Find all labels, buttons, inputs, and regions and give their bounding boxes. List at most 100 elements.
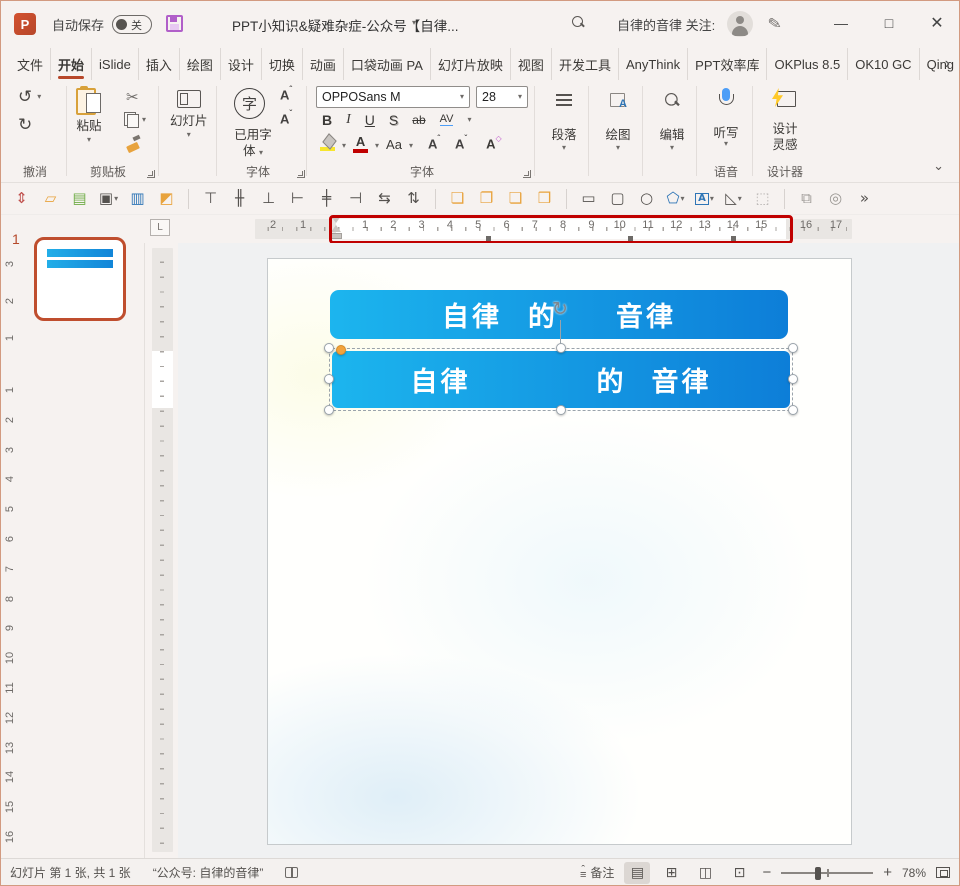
document-title[interactable]: PPT小知识&疑难杂症-公众号【自律... xyxy=(232,15,432,35)
distribute-vertical-icon[interactable]: ⇅ xyxy=(400,186,427,212)
ribbon-tab[interactable]: 口袋动画 PA xyxy=(344,48,431,80)
selection-handle-left[interactable] xyxy=(324,374,334,384)
selection-handle-bottomleft[interactable] xyxy=(324,405,334,415)
select-rotate-icon[interactable]: ▱ xyxy=(37,186,64,212)
align-middle-icon[interactable]: ╫ xyxy=(226,186,253,212)
bold-button[interactable]: B xyxy=(322,113,332,127)
avatar[interactable] xyxy=(727,11,753,37)
ribbon-tab[interactable]: 绘图 xyxy=(180,48,221,80)
draw-button[interactable]: 绘图 xyxy=(592,124,644,143)
selection-handle-right[interactable] xyxy=(788,374,798,384)
account-text[interactable]: 自律的音律 关注: xyxy=(617,15,715,34)
zoom-in-button[interactable]: + xyxy=(883,865,892,880)
fit-to-window-icon[interactable] xyxy=(936,867,950,878)
selection-handle-topleft[interactable] xyxy=(324,343,334,353)
used-fonts-label-line2[interactable]: 体 ▾ xyxy=(230,140,276,159)
bring-to-front-icon[interactable]: ❐ xyxy=(473,186,500,212)
merge-shapes-union-icon[interactable]: ⧉ xyxy=(793,186,820,212)
ribbon-tab[interactable]: OK10 GC xyxy=(848,48,919,80)
pen-effects-icon[interactable]: ✎ xyxy=(766,13,783,35)
copy-dropdown-icon[interactable]: ▾ xyxy=(142,116,146,124)
draw-dropdown-icon[interactable]: ▾ xyxy=(616,144,620,152)
powerpoint-app-icon[interactable]: P xyxy=(14,13,36,35)
textbox-icon[interactable]: A▾ xyxy=(691,186,718,212)
change-case-dropdown-icon[interactable]: ▾ xyxy=(409,142,413,150)
copy-button[interactable]: ▾ xyxy=(124,112,146,128)
selection-handle-bottomright[interactable] xyxy=(788,405,798,415)
ribbon-tab[interactable]: 幻灯片放映 xyxy=(431,48,511,80)
minimize-button[interactable]: — xyxy=(818,0,864,46)
paragraph-dropdown-icon[interactable]: ▾ xyxy=(562,144,566,152)
align-center-icon[interactable]: ╪ xyxy=(313,186,340,212)
accessibility-icon[interactable] xyxy=(285,867,298,878)
paragraph-button[interactable]: 段落 xyxy=(538,124,590,143)
insert-placeholder-icon[interactable]: ▣▾ xyxy=(95,186,122,212)
used-fonts-icon[interactable]: 字 xyxy=(234,88,265,119)
decrease-font-icon[interactable]: Aˇ xyxy=(280,112,292,125)
rectangle-shape-icon[interactable]: ▭ xyxy=(575,186,602,212)
theme-fill-icon[interactable]: ◩ xyxy=(153,186,180,212)
italic-button[interactable]: I xyxy=(346,113,351,127)
font-dialog-launcher[interactable] xyxy=(523,170,531,178)
ribbon-tab[interactable]: iSlide xyxy=(92,48,139,80)
selection-handle-topcenter[interactable] xyxy=(556,343,566,353)
slide-dropdown-icon[interactable]: ▾ xyxy=(187,131,191,139)
slide-layout-icon[interactable]: ▥ xyxy=(124,186,151,212)
ribbon-tab[interactable]: 视图 xyxy=(511,48,552,80)
merge-shapes-intersect-icon[interactable]: ◎ xyxy=(822,186,849,212)
autosave-control[interactable]: 自动保存 关 xyxy=(52,15,152,34)
ellipse-shape-icon[interactable]: ○ xyxy=(633,186,660,212)
notes-button[interactable]: ˆ≡ 备注 xyxy=(580,864,614,881)
zoom-out-button[interactable]: − xyxy=(762,865,771,880)
tab-selector-button[interactable]: L xyxy=(150,219,170,236)
ribbon-tab[interactable]: 设计 xyxy=(221,48,262,80)
ribbon-tab[interactable]: 文件 xyxy=(10,48,51,80)
align-top-icon[interactable]: ⊤ xyxy=(197,186,224,212)
zoom-slider[interactable] xyxy=(781,866,873,880)
selection-handle-bottomcenter[interactable] xyxy=(556,405,566,415)
dictate-dropdown-icon[interactable]: ▾ xyxy=(724,140,728,148)
tab-overflow-icon[interactable]: › xyxy=(939,48,956,80)
grow-font-button[interactable]: Aˆ xyxy=(428,137,440,150)
reading-view-button[interactable]: ◫ xyxy=(692,862,718,884)
highlight-dropdown-icon[interactable]: ▾ xyxy=(342,142,346,150)
bring-forward-icon[interactable]: ❏ xyxy=(444,186,471,212)
change-shape-icon[interactable]: ⬠▾ xyxy=(662,186,689,212)
slideshow-button[interactable]: ⊡ xyxy=(726,862,752,884)
adjustment-handle[interactable] xyxy=(336,345,346,355)
font-color-dropdown-icon[interactable]: ▾ xyxy=(375,142,379,150)
fit-height-icon[interactable]: ⇕ xyxy=(8,186,35,212)
slide-sorter-button[interactable]: ⊞ xyxy=(658,862,684,884)
autosave-toggle[interactable]: 关 xyxy=(112,15,152,34)
send-backward-icon[interactable]: ❏ xyxy=(502,186,529,212)
ribbon-tab[interactable]: PPT效率库 xyxy=(688,48,767,80)
align-left-icon[interactable]: ⊢ xyxy=(284,186,311,212)
rotate-handle-icon[interactable]: ↻ xyxy=(549,298,571,320)
qat-overflow-icon[interactable]: » xyxy=(851,186,878,212)
banner-shape-selected[interactable]: 自律的音律 xyxy=(332,351,790,408)
save-icon[interactable] xyxy=(166,15,183,32)
shape-effects-icon[interactable]: ◺▾ xyxy=(720,186,747,212)
rounded-rectangle-icon[interactable]: ▢ xyxy=(604,186,631,212)
editing-canvas[interactable]: 自律的音律 ↻ 自律的音律 xyxy=(178,243,960,858)
search-icon[interactable] xyxy=(572,16,588,32)
edit-dropdown-icon[interactable]: ▾ xyxy=(670,144,674,152)
ribbon-tab[interactable]: 切换 xyxy=(262,48,303,80)
change-case-button[interactable]: Aa xyxy=(386,137,402,152)
undo-button[interactable]: ↺▾ xyxy=(18,88,41,105)
align-bottom-icon[interactable]: ⊥ xyxy=(255,186,282,212)
strikethrough-button[interactable]: ab xyxy=(412,114,425,126)
font-color-button[interactable]: A xyxy=(353,136,368,153)
selection-handle-topright[interactable] xyxy=(788,343,798,353)
redo-button[interactable]: ↻ xyxy=(18,116,32,133)
zoom-level[interactable]: 78% xyxy=(902,866,926,880)
ribbon-tab[interactable]: 动画 xyxy=(303,48,344,80)
vertical-ruler[interactable] xyxy=(152,248,173,852)
align-right-icon[interactable]: ⊣ xyxy=(342,186,369,212)
edit-button[interactable]: 编辑 xyxy=(646,124,698,143)
design-ideas-label-line2[interactable]: 灵感 xyxy=(754,134,816,153)
ribbon-tab[interactable]: OKPlus 8.5 xyxy=(767,48,848,80)
ribbon-tab[interactable]: 开发工具 xyxy=(552,48,619,80)
edit-points-icon[interactable]: ⬚ xyxy=(749,186,776,212)
cut-button[interactable]: ✂ xyxy=(126,88,139,106)
